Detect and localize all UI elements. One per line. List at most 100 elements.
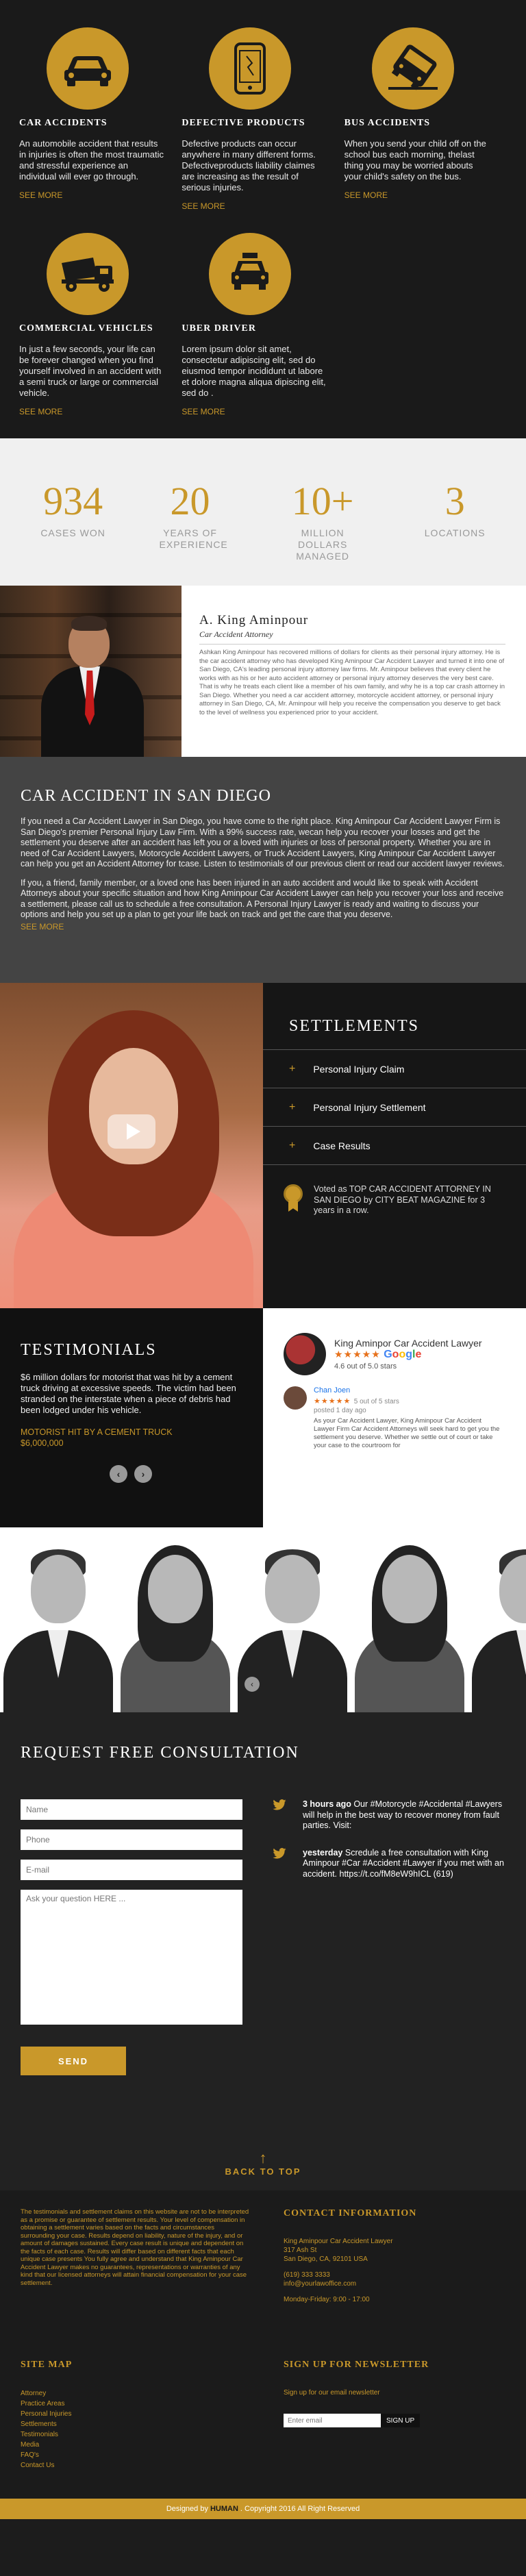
testimonials-section: TESTIMONIALS $6 million dollars for moto… [0,1308,526,1527]
contact-line: King Aminpour Car Accident Lawyer [284,2238,393,2245]
google-letter: G [384,1349,392,1360]
tweet: 3 hours ago Our #Motorcycle #Accidental … [273,1799,505,1831]
settlements-item[interactable]: + Case Results [263,1127,526,1165]
tweet-time: 3 hours ago [303,1799,351,1809]
video-player[interactable] [0,983,263,1308]
practice-area-car-accidents: CAR ACCIDENTS An automobile accident tha… [19,27,181,212]
name-field[interactable] [21,1799,242,1820]
newsletter-text: Sign up for our email newsletter [284,2389,380,2397]
practice-area-title: DEFECTIVE PRODUCTS [181,118,305,128]
plus-icon: + [289,1139,296,1151]
review-text: As your Car Accident Lawyer, King Aminpo… [314,1417,500,1449]
testimonial-slider: TESTIMONIALS $6 million dollars for moto… [0,1308,263,1527]
practice-area-text: In just a few seconds, your life can be … [19,344,162,398]
stat-value: 3 [444,479,465,523]
team-carousel: ‹ [0,1527,526,1712]
email-field[interactable] [21,1860,242,1880]
review-date: posted 1 day ago [314,1407,366,1414]
google-letter: e [415,1349,422,1360]
see-more-link[interactable]: SEE MORE [19,190,62,200]
sitemap-link[interactable]: Attorney [21,2388,284,2399]
stat-value: 20 [170,479,210,523]
back-to-top[interactable]: ↑ BACK TO TOP [0,2147,526,2190]
reviewer-name[interactable]: Chan Joen [314,1386,501,1395]
testimonial-text: $6 million dollars for motorist that was… [21,1372,236,1415]
contact-line: 317 Ash St [284,2247,317,2254]
award-block: Voted as TOP CAR ACCIDENT ATTORNEY IN SA… [263,1165,526,1216]
business-logo [284,1333,326,1375]
consultation-form: SEND [21,1799,242,2075]
paragraph: If you, a friend, family member, or a lo… [21,877,504,920]
practice-area-text: An automobile accident that results in i… [19,138,164,182]
play-icon[interactable] [108,1114,155,1149]
team-member[interactable] [117,1527,234,1712]
attorney-bio: Ashkan King Aminpour has recovered milli… [199,649,505,716]
sitemap-link[interactable]: FAQ's [21,2450,284,2460]
see-more-link[interactable]: SEE MORE [181,201,225,211]
google-letter: o [392,1349,399,1360]
rating-stars: ★★★★★ [334,1349,381,1360]
see-more-link[interactable]: SEE MORE [19,407,62,416]
question-field[interactable] [21,1890,242,2025]
phone-field[interactable] [21,1829,242,1850]
team-member[interactable] [351,1527,468,1712]
copyright-post: . Copyright 2016 All Right Reserved [240,2505,360,2513]
footer-heading: SIGN UP FOR NEWSLETTER [284,2360,429,2370]
back-to-top-label[interactable]: BACK TO TOP [0,2166,526,2177]
copyright-pre: Designed by [166,2505,208,2513]
sitemap-link[interactable]: Media [21,2440,284,2450]
section-title: REQUEST FREE CONSULTATION [21,1744,299,1762]
settlements-section: SETTLEMENTS + Personal Injury Claim + Pers… [0,983,526,1308]
practice-area-title: CAR ACCIDENTS [19,118,108,128]
contact-information: CONTACT INFORMATION King Aminpour Car Ac… [284,2208,505,2332]
sitemap-link[interactable]: Settlements [21,2419,284,2429]
carousel-prev-icon[interactable]: ‹ [245,1677,260,1692]
sitemap-link[interactable]: Personal Injuries [21,2409,284,2419]
plus-icon: + [289,1101,296,1113]
settlements-item[interactable]: + Personal Injury Settlement [263,1088,526,1127]
attorney-name: A. King Aminpour [199,613,309,627]
attorney-photo [0,586,181,757]
stat-label: CASES WON [40,527,105,538]
sitemap-link[interactable]: Practice Areas [21,2399,284,2409]
rating-summary: 4.6 out of 5.0 stars [334,1362,397,1371]
contact-email[interactable]: info@yourlawoffice.com [284,2279,505,2288]
prev-arrow-icon[interactable]: ‹ [110,1465,127,1483]
practice-areas-section: CAR ACCIDENTS An automobile accident tha… [0,0,526,438]
avatar [284,1386,307,1410]
settlements-item[interactable]: + Personal Injury Claim [263,1050,526,1088]
sign-up-button[interactable]: SIGN UP [381,2414,421,2427]
practice-area-text: Defective products can occur anywhere in… [181,138,316,192]
team-member[interactable] [0,1527,117,1712]
practice-area-defective-products: DEFECTIVE PRODUCTS Defective products ca… [181,27,344,212]
taxi-icon [209,233,292,315]
send-button[interactable]: SEND [21,2047,126,2075]
team-member[interactable] [468,1527,526,1712]
stat-value: 10+ [291,479,354,523]
contact-line: San Diego, CA, 92101 USA [284,2255,368,2263]
consultation-section: REQUEST FREE CONSULTATION SEND 3 hours a… [0,1712,526,2147]
attorney-section: A. King Aminpour Car Accident Attorney A… [0,586,526,757]
medal-icon [284,1184,304,1212]
sitemap-link[interactable]: Testimonials [21,2429,284,2440]
copyright-bar: Designed by HUMAN . Copyright 2016 All R… [0,2499,526,2519]
newsletter-email-input[interactable] [284,2414,381,2427]
see-more-link[interactable]: SEE MORE [21,922,64,931]
next-arrow-icon[interactable]: › [134,1465,152,1483]
contact-phone[interactable]: (619) 333 3333 [284,2271,505,2279]
stat-cases-won: 934 CASES WON [40,479,105,545]
stat-locations: 3 LOCATIONS [425,479,486,545]
settlements-item-label: Case Results [313,1140,371,1151]
review-score: 5 out of 5 stars [353,1398,399,1405]
footer: The testimonials and settlement claims o… [0,2190,526,2499]
google-letter: o [399,1349,406,1360]
stat-label: LOCATIONS [424,527,486,538]
see-more-link[interactable]: SEE MORE [181,407,225,416]
section-title: CAR ACCIDENT IN SAN DIEGO [21,787,271,805]
business-name: King Aminpor Car Accident Lawyer [334,1338,482,1349]
designer-brand[interactable]: HUMAN [210,2505,238,2513]
see-more-link[interactable]: SEE MORE [345,190,388,200]
settlements-panel: SETTLEMENTS + Personal Injury Claim + Pers… [263,983,526,1308]
newsletter: SIGN UP FOR NEWSLETTER Sign up for our e… [284,2360,505,2499]
sitemap-link[interactable]: Contact Us [21,2460,284,2471]
